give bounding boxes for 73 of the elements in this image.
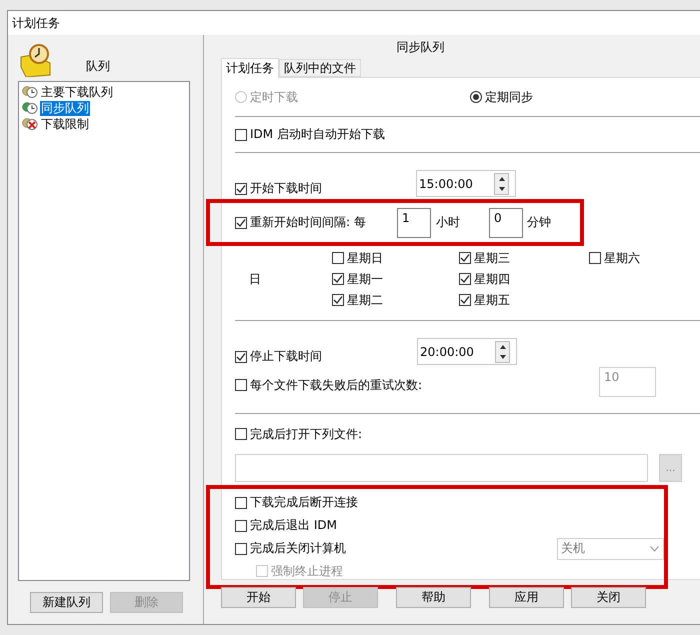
radio-button[interactable] [470, 91, 482, 103]
queue-item[interactable]: 主要下载队列 [40, 84, 114, 100]
clock-stack-icon [22, 85, 38, 99]
hours-unit: 小时 [435, 214, 461, 231]
check-icon [236, 184, 246, 194]
checkbox-label: 星期四 [474, 270, 510, 288]
checkbox-label: 完成后关闭计算机 [250, 540, 346, 557]
minutes-field[interactable]: 0 [489, 208, 523, 238]
checkbox-label: 强制终止进程 [271, 562, 343, 580]
clock-cross-icon [22, 117, 38, 131]
tab[interactable]: 计划任务 [221, 58, 279, 78]
check-icon [460, 295, 470, 305]
queue-item[interactable]: 同步队列 [40, 100, 90, 116]
panel-heading: 同步队列 [396, 40, 444, 54]
checkbox[interactable] [332, 252, 344, 264]
radio-label: 定期同步 [485, 88, 533, 106]
checkbox[interactable] [235, 520, 247, 532]
checkbox-label: 星期日 [347, 250, 383, 266]
checkbox[interactable] [235, 428, 247, 440]
checkbox[interactable] [459, 273, 471, 285]
checkbox-label: 完成后打开下列文件: [250, 426, 362, 442]
checkbox-label: IDM 启动时自动开始下载 [250, 126, 385, 143]
dialog-button[interactable]: 关闭 [571, 587, 646, 608]
clock-stack-icon [22, 101, 38, 115]
checkbox[interactable] [235, 182, 247, 194]
checkbox[interactable] [235, 542, 247, 554]
checkbox[interactable] [235, 379, 247, 391]
checkbox-label: 星期三 [474, 250, 510, 266]
check-icon [460, 253, 470, 263]
check-icon [236, 218, 246, 228]
dialog-button[interactable]: 开始 [221, 587, 296, 608]
checkbox[interactable] [235, 216, 247, 228]
radio-label: 定时下载 [250, 88, 298, 106]
check-icon [236, 352, 246, 362]
checkbox-label: 星期二 [347, 292, 383, 308]
checkbox-label: 重新开始时间间隔: 每 [250, 214, 366, 231]
queue-button[interactable]: 新建队列 [30, 592, 103, 613]
check-icon [333, 295, 343, 305]
checkbox-label: 停止下载时间 [250, 348, 322, 365]
checkbox-label: 星期五 [474, 292, 510, 308]
checkbox[interactable] [332, 273, 344, 285]
checkbox-label: 星期六 [604, 250, 640, 266]
checkbox[interactable] [459, 252, 471, 264]
checkbox[interactable] [459, 294, 471, 306]
checkbox[interactable] [235, 350, 247, 362]
hours-field[interactable]: 1 [397, 208, 431, 238]
chevron-down-icon [650, 546, 659, 552]
checkbox-label: 星期一 [347, 270, 383, 288]
stop-time-field[interactable]: 20:00:00 [417, 338, 517, 365]
checkbox-label: 完成后退出 IDM [250, 517, 337, 534]
minutes-unit: 分钟 [526, 214, 551, 231]
tab[interactable]: 队列中的文件 [279, 59, 361, 77]
spin-buttons-icon[interactable] [494, 172, 509, 194]
check-icon [333, 274, 343, 284]
checkbox[interactable] [589, 252, 601, 264]
days-label: 日 [248, 270, 262, 288]
spin-buttons-icon[interactable] [495, 340, 510, 362]
checkbox-label: 每个文件下载失败后的重试次数: [250, 376, 422, 394]
check-icon [460, 274, 470, 284]
folder-clock-icon [20, 43, 52, 77]
queue-heading: 队列 [86, 58, 110, 75]
checkbox[interactable] [235, 128, 247, 140]
shutdown-dropdown[interactable]: 关机 [557, 538, 664, 560]
checkbox-label: 下载完成后断开连接 [250, 494, 358, 511]
file-path-field[interactable] [235, 454, 648, 482]
dialog-button[interactable]: 帮助 [396, 587, 471, 608]
checkbox-label: 开始下载时间 [250, 180, 322, 197]
checkbox[interactable] [332, 294, 344, 306]
start-time-field[interactable]: 15:00:00 [416, 170, 516, 197]
checkbox[interactable] [235, 496, 247, 508]
window-title: 计划任务 [12, 14, 60, 32]
dialog-button[interactable]: 应用 [489, 587, 564, 608]
queue-item[interactable]: 下载限制 [40, 116, 90, 132]
